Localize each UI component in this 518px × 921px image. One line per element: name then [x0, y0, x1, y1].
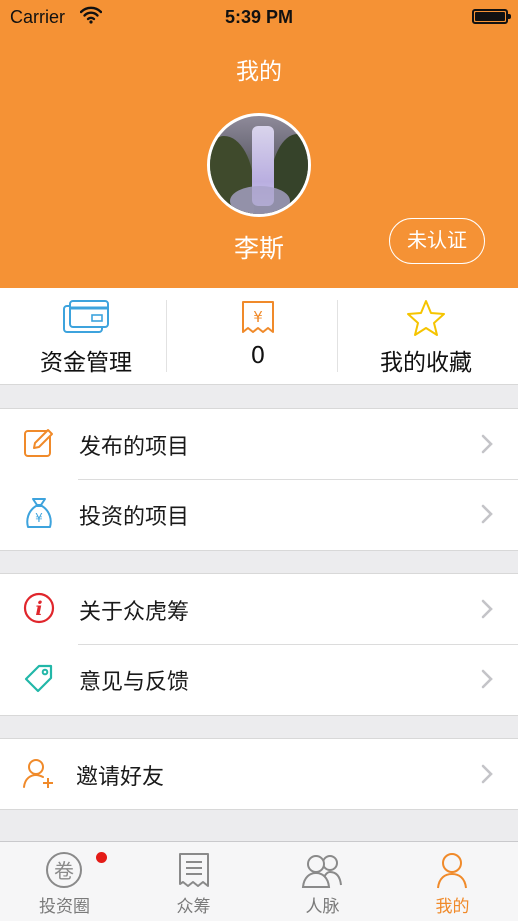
chevron-right-icon [481, 764, 493, 784]
chevron-right-icon [481, 434, 493, 454]
document-icon [179, 853, 209, 887]
tab-bar: 卷 投资圈 众筹 人脉 我的 [0, 841, 518, 921]
divider [337, 300, 338, 372]
svg-text:卷: 卷 [54, 859, 74, 883]
tab-crowdfunding[interactable]: 众筹 [129, 842, 258, 921]
star-icon [407, 300, 445, 336]
receipt-yen-icon: ¥ [242, 301, 274, 333]
svg-text:i: i [35, 598, 42, 620]
verify-status-button[interactable]: 未认证 [389, 218, 485, 264]
tab-label: 人脉 [305, 897, 340, 917]
menu-item-label: 意见与反馈 [79, 670, 190, 695]
chevron-right-icon [481, 504, 493, 524]
menu-group-invite: 邀请好友 [0, 738, 518, 810]
tab-me[interactable]: 我的 [388, 842, 517, 921]
tag-icon [24, 664, 53, 693]
chevron-right-icon [481, 669, 493, 689]
menu-item-invite-friends[interactable]: 邀请好友 [0, 739, 518, 809]
tab-label: 我的 [435, 897, 470, 917]
money-bag-icon: ¥ [26, 498, 52, 528]
card-icon [63, 300, 109, 333]
svg-text:¥: ¥ [253, 308, 263, 326]
fund-management-button[interactable]: 资金管理 [0, 288, 172, 384]
info-icon: i [23, 592, 55, 624]
menu-item-about[interactable]: i 关于众虎筹 [0, 574, 518, 644]
tab-contacts[interactable]: 人脉 [258, 842, 387, 921]
stat-label: 我的收藏 [380, 350, 472, 376]
tab-label: 投资圈 [39, 897, 90, 917]
menu-group-about: i 关于众虎筹 意见与反馈 [0, 573, 518, 716]
tab-label: 众筹 [176, 897, 211, 917]
page-title: 我的 [236, 59, 282, 85]
avatar[interactable] [207, 113, 311, 217]
menu-item-published-projects[interactable]: 发布的项目 [0, 409, 518, 479]
favorites-button[interactable]: 我的收藏 [340, 288, 512, 384]
stat-value: 0 [250, 343, 266, 369]
stat-label: 资金管理 [40, 350, 132, 376]
status-bar: Carrier 5:39 PM [0, 0, 518, 36]
receipt-stat-button[interactable]: ¥ 0 [172, 288, 344, 384]
profile-header: Carrier 5:39 PM 我的 李斯 未认证 [0, 0, 518, 288]
divider [166, 300, 167, 372]
circle-juan-icon: 卷 [46, 852, 82, 888]
notification-badge [96, 852, 107, 863]
menu-item-invested-projects[interactable]: ¥ 投资的项目 [0, 479, 518, 549]
tab-investment-circle[interactable]: 卷 投资圈 [0, 842, 129, 921]
menu-group-projects: 发布的项目 ¥ 投资的项目 [0, 408, 518, 551]
edit-icon [24, 429, 53, 457]
menu-item-label: 发布的项目 [79, 435, 190, 460]
svg-text:¥: ¥ [35, 511, 43, 525]
menu-item-label: 邀请好友 [76, 765, 165, 790]
person-icon [437, 853, 467, 889]
menu-item-label: 关于众虎筹 [79, 600, 190, 625]
menu-item-label: 投资的项目 [79, 505, 190, 530]
add-user-icon [23, 759, 53, 788]
battery-icon [472, 9, 511, 24]
clock: 5:39 PM [224, 7, 294, 27]
stats-bar: 资金管理 ¥ 0 我的收藏 [0, 288, 518, 385]
menu-item-feedback[interactable]: 意见与反馈 [0, 644, 518, 714]
contacts-icon [301, 855, 342, 888]
chevron-right-icon [481, 599, 493, 619]
